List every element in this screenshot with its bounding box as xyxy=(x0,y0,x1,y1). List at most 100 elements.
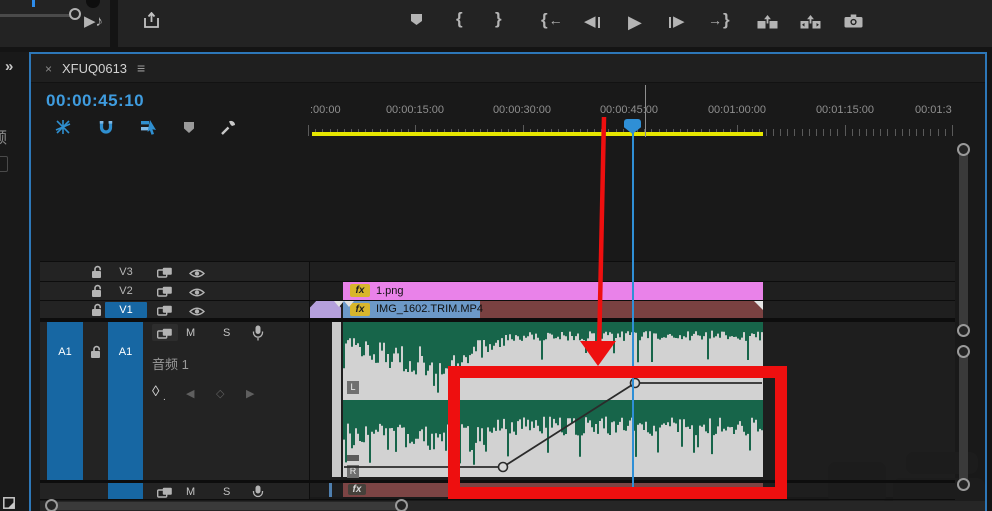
horizontal-scrollbar-thumb[interactable] xyxy=(48,502,404,510)
lock-icon xyxy=(90,345,103,359)
mark-out-button[interactable]: } xyxy=(495,10,502,28)
export-frame-button[interactable] xyxy=(844,14,863,28)
gain-handle[interactable] xyxy=(347,455,359,461)
lock-icon xyxy=(91,303,104,317)
a1-track-name[interactable]: 音频 1 xyxy=(152,354,189,373)
a1-source-label: A1 xyxy=(47,346,83,358)
ruler-marker-line xyxy=(645,85,646,137)
v3-synclock-button[interactable] xyxy=(157,266,173,284)
a1-track-label: A1 xyxy=(108,346,143,358)
export-media-button[interactable] xyxy=(143,12,161,29)
v1-synclock-button[interactable] xyxy=(157,304,173,322)
render-bar-yellow xyxy=(312,132,763,136)
snap-toggle-button[interactable] xyxy=(97,118,115,136)
tab-close-icon[interactable]: × xyxy=(45,62,52,76)
hscroll-right-handle[interactable] xyxy=(395,499,408,511)
v2-lock-button[interactable] xyxy=(91,284,104,303)
fx-badge[interactable]: fx xyxy=(350,284,370,297)
synclock-icon xyxy=(157,305,173,317)
a2-mute-button[interactable]: M xyxy=(186,486,195,498)
clipped-panel-box xyxy=(0,156,8,172)
lift-icon xyxy=(757,15,778,29)
ruler-label: 00:01:3 xyxy=(915,104,952,116)
transition-notch xyxy=(344,301,354,307)
mini-playhead-tick xyxy=(32,0,35,7)
clip-1png-label: 1.png xyxy=(376,285,404,297)
a1-next-keyframe-button[interactable]: ▶ xyxy=(246,387,254,400)
a1-track-target[interactable]: A1 xyxy=(108,322,143,481)
linked-selection-button[interactable] xyxy=(140,118,158,136)
v1-track-label[interactable]: V1 xyxy=(105,302,147,318)
panel-grip-icon xyxy=(3,496,15,511)
expand-panels-chevron[interactable]: » xyxy=(5,58,13,75)
v2-track-label[interactable]: V2 xyxy=(105,283,147,299)
export-strip xyxy=(118,0,177,47)
lock-icon xyxy=(91,265,104,279)
clip-a2-audio[interactable]: fx xyxy=(343,483,763,497)
clip-video[interactable]: fx IMG_1602.TRIM.MP4 xyxy=(343,301,763,318)
clip-a2-sliver[interactable] xyxy=(329,483,332,497)
panel-menu-icon[interactable]: ≡ xyxy=(137,60,145,76)
step-forward-icon: ▶ xyxy=(673,13,685,31)
zoom-slider-track[interactable] xyxy=(0,14,71,17)
v2-synclock-button[interactable] xyxy=(157,285,173,303)
a1-toggle-keyframe-button[interactable]: ◇ xyxy=(216,387,224,400)
add-marker-button[interactable] xyxy=(410,13,423,26)
v1-toggle-output-button[interactable] xyxy=(189,304,205,322)
v3-track-label[interactable]: V3 xyxy=(105,264,147,280)
v2-toggle-output-button[interactable] xyxy=(189,285,205,303)
clip-audio-stub[interactable] xyxy=(332,322,341,477)
play-button[interactable]: ▶ xyxy=(628,13,642,31)
lift-button[interactable] xyxy=(757,15,778,29)
sequence-tab-title[interactable]: XFUQ0613 xyxy=(62,61,127,76)
timeline-add-marker-button[interactable] xyxy=(180,118,198,136)
nest-toggle-button[interactable] xyxy=(54,118,72,136)
video-zoom-scrollbar-bottom-handle[interactable] xyxy=(957,324,970,337)
playhead-timecode[interactable]: 00:00:45:10 xyxy=(46,91,144,111)
fx-badge[interactable]: fx xyxy=(348,484,366,495)
a1-mute-button[interactable]: M xyxy=(186,327,195,339)
a1-synclock-button[interactable] xyxy=(157,327,173,345)
synclock-icon xyxy=(157,267,173,279)
mark-in-button[interactable]: { xyxy=(456,10,463,28)
a1-prev-keyframe-button[interactable]: ◀ xyxy=(186,387,194,400)
clip-audio[interactable]: fx L R xyxy=(343,322,763,477)
wrench-icon xyxy=(220,119,237,136)
a1-solo-button[interactable]: S xyxy=(223,327,230,339)
a1-lock-button[interactable] xyxy=(90,345,103,364)
go-to-in-arrow: ← xyxy=(549,11,563,29)
go-to-in-button[interactable]: {← xyxy=(541,11,563,29)
synclock-icon xyxy=(157,487,173,499)
clip-1png[interactable]: fx 1.png xyxy=(343,282,763,300)
video-zoom-scrollbar-top-handle[interactable] xyxy=(957,143,970,156)
timeline-marker-icon xyxy=(183,121,195,134)
a1-add-keyframe-icon[interactable]: ◊ xyxy=(152,383,159,400)
a1-source-assign[interactable]: A1 xyxy=(47,322,83,481)
video-zoom-scrollbar[interactable] xyxy=(959,150,968,331)
v1-lock-button[interactable] xyxy=(91,303,104,322)
v3-lock-button[interactable] xyxy=(91,265,104,284)
timeline-settings-button[interactable] xyxy=(219,118,237,136)
a2-solo-button[interactable]: S xyxy=(223,486,230,498)
step-back-button[interactable]: ◀ xyxy=(584,13,601,31)
go-to-in-brace: { xyxy=(541,11,548,29)
a2-track-target[interactable] xyxy=(108,483,143,499)
audio-zoom-scrollbar-bottom-handle[interactable] xyxy=(957,478,970,491)
playhead-line[interactable] xyxy=(632,133,634,499)
go-to-out-button[interactable]: →} xyxy=(708,11,730,29)
step-back-icon: ◀ xyxy=(584,13,596,31)
go-to-out-arrow: → xyxy=(708,11,722,29)
fx-badge[interactable]: fx xyxy=(348,323,368,336)
step-forward-button[interactable]: ▶ xyxy=(668,13,685,31)
audio-zoom-scrollbar-top-handle[interactable] xyxy=(957,345,970,358)
v3-toggle-output-button[interactable] xyxy=(189,266,205,284)
a1-voiceover-button[interactable] xyxy=(252,325,264,346)
zoom-slider-knob[interactable] xyxy=(69,8,81,20)
audio-zoom-scrollbar[interactable] xyxy=(959,352,968,485)
clip-video-label: IMG_1602.TRIM.MP4 xyxy=(376,303,483,315)
hscroll-left-handle[interactable] xyxy=(45,499,58,511)
collapsed-panel-rail: » 频 xyxy=(0,52,30,511)
play-audio-button[interactable]: ▶♪ xyxy=(84,13,103,31)
play-note-icon: ▶♪ xyxy=(84,13,103,31)
extract-button[interactable] xyxy=(800,15,821,29)
